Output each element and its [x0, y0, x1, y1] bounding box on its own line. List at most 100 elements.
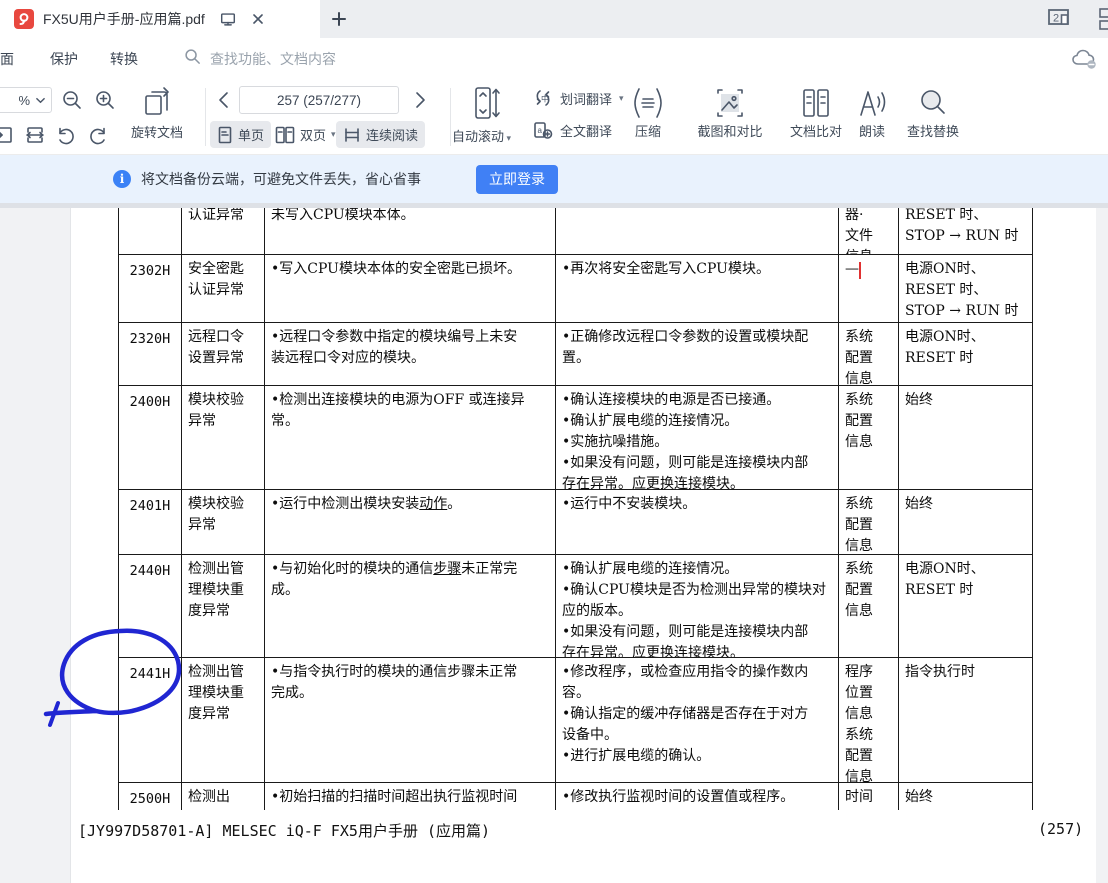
- table-cell-name: 认证异常: [182, 208, 265, 254]
- table-cell-action: [556, 208, 839, 254]
- table-cell-cause: •远程口令参数中指定的模块编号上未安装远程口令对应的模块。: [265, 323, 556, 385]
- table-cell-action: •正确修改远程口令参数的设置或模块配置。: [556, 323, 839, 385]
- new-tab-button[interactable]: [325, 5, 353, 33]
- auto-scroll-button[interactable]: 自动滚动 ▾: [452, 126, 511, 146]
- table-cell-code: 2320H: [118, 323, 182, 385]
- table-cell-cause: 未写入CPU模块本体。: [265, 208, 556, 254]
- chevron-down-icon: ▾: [504, 133, 511, 143]
- continuous-read-icon: [343, 126, 361, 144]
- rotate-document-button[interactable]: 旋转文档: [115, 84, 199, 141]
- svg-text:a: a: [538, 126, 543, 135]
- menu-convert[interactable]: 转换: [110, 49, 138, 69]
- table-cell-name: 模块校验异常: [182, 490, 265, 554]
- info-icon: i: [113, 170, 131, 188]
- table-cell-code: 2441H: [118, 658, 182, 782]
- double-page-mode-button[interactable]: 双页 ▾: [268, 121, 343, 148]
- compress-icon: [628, 85, 668, 121]
- tab-bar: FX5U用户手册-应用篇.pdf 2: [0, 0, 1108, 38]
- table-row: 2500H检测出•初始扫描的扫描时间超出执行监视时间•修改执行监视时间的设置值或…: [118, 783, 1033, 810]
- page-footer-right: (257): [1038, 820, 1083, 838]
- text-cursor: [859, 262, 861, 279]
- read-aloud-button[interactable]: 朗读: [845, 85, 899, 140]
- table-cell-action: •再次将安全密匙写入CPU模块。: [556, 255, 839, 322]
- banner-message: 将文档备份云端，可避免文件丢失，省心省事: [141, 169, 421, 189]
- table-row: 2302H安全密匙认证异常•写入CPU模块本体的安全密匙已损坏。•再次将安全密匙…: [118, 255, 1033, 323]
- pdf-file-icon: [14, 9, 34, 29]
- table-cell-info: 时间: [839, 783, 899, 810]
- global-search[interactable]: 查找功能、文档内容: [183, 47, 336, 71]
- table-cell-code: 2440H: [118, 555, 182, 657]
- table-row: 2441H检测出管理模块重度异常•与指令执行时的模块的通信步骤未正常完成。•修改…: [118, 658, 1033, 783]
- document-tab[interactable]: FX5U用户手册-应用篇.pdf: [0, 0, 320, 38]
- document-viewport[interactable]: 认证异常未写入CPU模块本体。 器·文件信息RESET 时、STOP → RUN …: [0, 203, 1108, 883]
- table-cell-timing: RESET 时、STOP → RUN 时: [899, 208, 1033, 254]
- previous-page-button[interactable]: [216, 91, 232, 114]
- double-page-icon: [275, 126, 295, 144]
- table-cell-cause: •与初始化时的模块的通信步骤未正常完成。: [265, 555, 556, 657]
- table-row: 2400H模块校验异常•检测出连接模块的电源为OFF 或连接异常。•确认连接模块…: [118, 386, 1033, 490]
- document-title: FX5U用户手册-应用篇.pdf: [43, 9, 205, 29]
- login-now-button[interactable]: 立即登录: [476, 165, 558, 194]
- fit-page-button[interactable]: [0, 124, 15, 151]
- table-cell-code: [118, 208, 182, 254]
- table-cell-name: 检测出: [182, 783, 265, 810]
- single-page-icon: [217, 126, 233, 144]
- svg-text:中: 中: [541, 94, 549, 104]
- table-cell-action: •确认扩展电缆的连接情况。•确认CPU模块是否为检测出异常的模块对应的版本。•如…: [556, 555, 839, 657]
- toolbar: % 旋转文档 257 (257/277) 单页 双页 ▾: [0, 80, 1108, 155]
- full-translate-icon: a: [533, 120, 553, 140]
- table-cell-info: 系统配置信息: [839, 323, 899, 385]
- page-number-input[interactable]: 257 (257/277): [239, 86, 399, 114]
- table-cell-name: 检测出管理模块重度异常: [182, 555, 265, 657]
- table-cell-info: 系统配置信息: [839, 386, 899, 489]
- table-row: 2320H远程口令设置异常•远程口令参数中指定的模块编号上未安装远程口令对应的模…: [118, 323, 1033, 386]
- doc-compare-icon: [797, 85, 835, 121]
- table-cell-timing: 电源ON时、RESET 时、STOP → RUN 时: [899, 255, 1033, 322]
- zoom-level-select[interactable]: %: [0, 87, 52, 113]
- error-code-table: 认证异常未写入CPU模块本体。 器·文件信息RESET 时、STOP → RUN …: [118, 208, 1033, 810]
- zoom-out-button[interactable]: [60, 88, 84, 117]
- table-cell-action: •确认连接模块的电源是否已接通。•确认扩展电缆的连接情况。•实施抗噪措施。•如果…: [556, 386, 839, 489]
- word-translate-icon: 中: [533, 88, 553, 108]
- screenshot-compare-button[interactable]: 截图和对比: [688, 85, 772, 140]
- auto-scroll-icon: [470, 85, 504, 126]
- word-translate-button[interactable]: 中 划词翻译 ▾: [533, 88, 624, 108]
- window-count-icon[interactable]: 2: [1046, 5, 1074, 34]
- table-cell-timing: 指令执行时: [899, 658, 1033, 782]
- table-cell-timing: 始终: [899, 490, 1033, 554]
- zoom-in-button[interactable]: [93, 88, 117, 117]
- compress-button[interactable]: 压缩: [620, 85, 676, 140]
- table-cell-info: 系统配置信息: [839, 490, 899, 554]
- single-page-mode-button[interactable]: 单页: [210, 121, 271, 148]
- table-cell-info: 器·文件信息: [839, 208, 899, 254]
- window-count-number: 2: [1053, 12, 1059, 24]
- rotate-right-icon[interactable]: [87, 125, 109, 152]
- page-footer-left: [JY997D58701-A] MELSEC iQ-F FX5用户手册 (应用篇…: [78, 820, 490, 841]
- fit-width-button[interactable]: [24, 124, 46, 151]
- cloud-offline-icon[interactable]: [1070, 46, 1100, 77]
- rotate-left-icon[interactable]: [55, 125, 77, 152]
- table-cell-name: 远程口令设置异常: [182, 323, 265, 385]
- continuous-read-button[interactable]: 连续阅读: [336, 121, 425, 148]
- table-cell-info: 程序位置信息系统配置信息: [839, 658, 899, 782]
- table-cell-info: —: [839, 255, 899, 322]
- table-cell-code: 2500H: [118, 783, 182, 810]
- full-translate-button[interactable]: a 全文翻译: [533, 120, 612, 140]
- table-cell-action: •运行中不安装模块。: [556, 490, 839, 554]
- next-page-button[interactable]: [412, 91, 428, 114]
- table-cell-timing: 电源ON时、RESET 时: [899, 555, 1033, 657]
- table-cell-name: 安全密匙认证异常: [182, 255, 265, 322]
- menu-protect[interactable]: 保护: [50, 49, 78, 69]
- tab-list-icon[interactable]: [1096, 6, 1108, 32]
- read-aloud-icon: [853, 85, 891, 121]
- present-screen-icon[interactable]: [219, 10, 237, 28]
- table-cell-name: 检测出管理模块重度异常: [182, 658, 265, 782]
- pdf-page: 认证异常未写入CPU模块本体。 器·文件信息RESET 时、STOP → RUN …: [70, 208, 1096, 883]
- table-cell-name: 模块校验异常: [182, 386, 265, 489]
- screenshot-compare-icon: [710, 85, 750, 121]
- menu-page[interactable]: 面: [0, 49, 14, 69]
- table-row: 2401H模块校验异常•运行中检测出模块安装动作。•运行中不安装模块。系统配置信…: [118, 490, 1033, 555]
- chevron-down-icon: ▾: [331, 129, 336, 140]
- close-tab-icon[interactable]: [251, 12, 265, 26]
- find-replace-button[interactable]: 查找替换: [900, 85, 966, 140]
